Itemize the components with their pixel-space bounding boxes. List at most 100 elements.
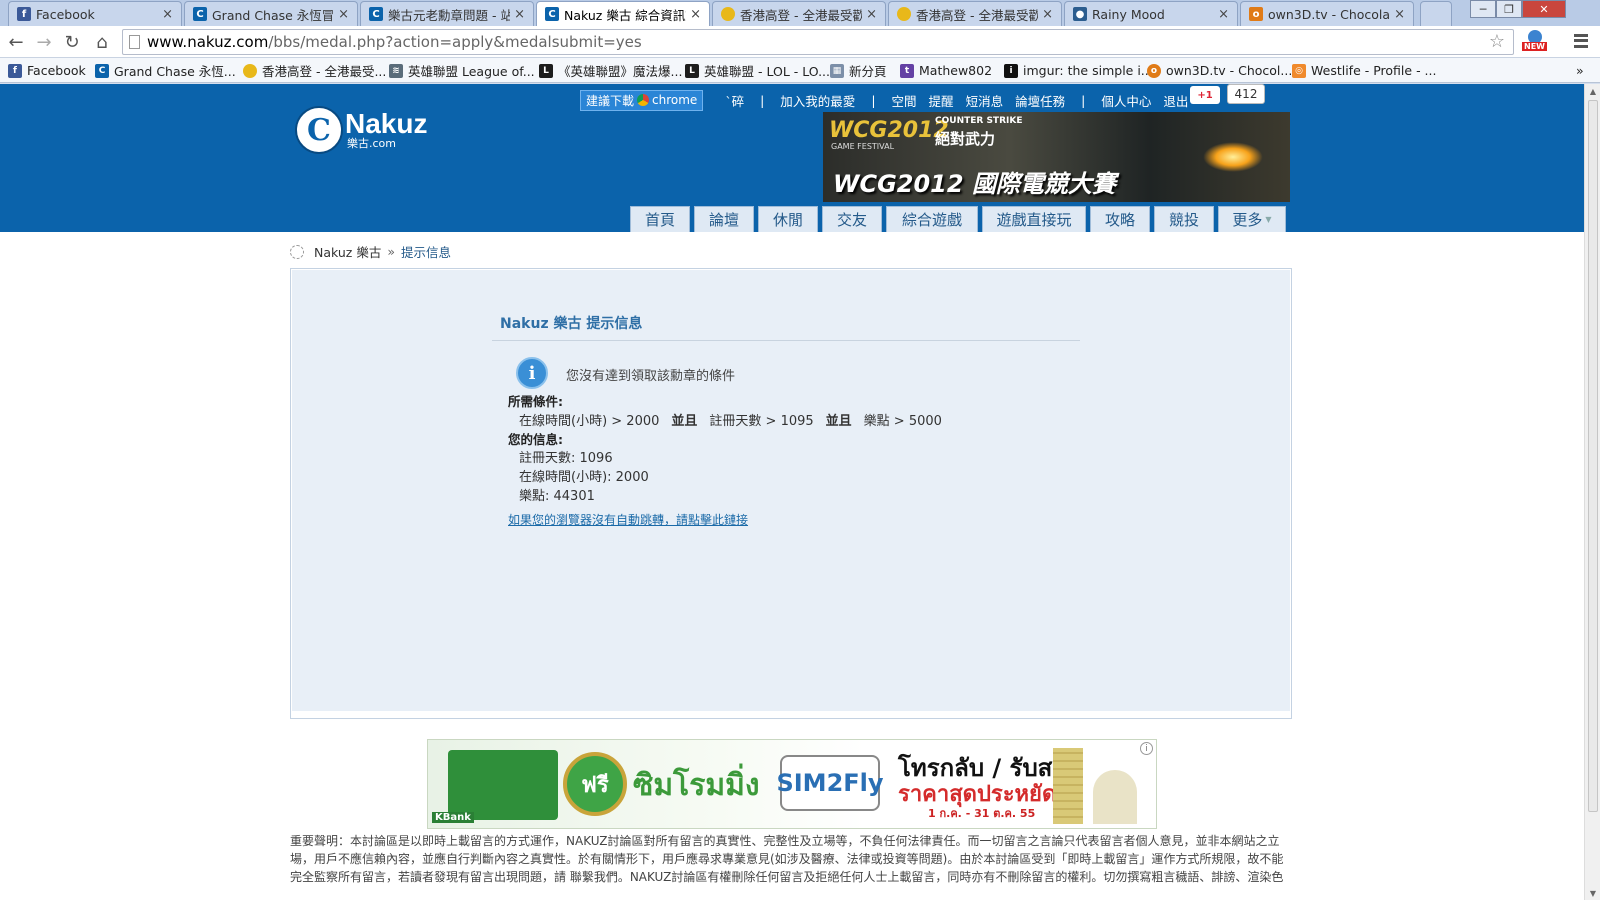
bookmark-item[interactable]: f Facebook [8,61,86,80]
bookmark-star-icon[interactable]: ☆ [1489,31,1505,52]
maximize-icon[interactable]: ❐ [1496,0,1522,18]
bookmark-item[interactable]: L 《英雄聯盟》魔法爆... [539,61,682,80]
banner-subtitle: GAME FESTIVAL [831,142,895,151]
ad-roaming: ซิมโรมมิ่ง [633,768,760,803]
bookmark-item[interactable]: t Mathew802 [900,61,992,80]
browser-tab-7[interactable]: o own3D.tv - Chocolate × [1240,1,1414,26]
nav-tab-home[interactable]: 首頁 [630,206,690,232]
tab-label: Grand Chase 永恆冒險 [212,7,335,23]
home-icon[interactable] [290,244,304,259]
bookmark-label: 英雄聯盟 - LOL - LO... [704,64,831,79]
nav-tab-auction[interactable]: 競投 [1154,206,1214,232]
scrollbar-thumb[interactable] [1588,100,1598,812]
bookmark-item[interactable]: 香港高登 - 全港最受... [243,61,386,80]
top-link-favorite[interactable]: 加入我的最愛 [780,91,855,110]
new-badge: NEW [1522,42,1547,51]
reload-button[interactable]: ↻ [60,30,84,54]
nav-tab-leisure[interactable]: 休閒 [758,206,818,232]
minimize-icon[interactable]: ─ [1470,0,1496,18]
bookmark-label: Grand Chase 永恆... [114,64,236,79]
bookmark-label: Westlife - Profile - ... [1311,63,1437,78]
browser-tab-4[interactable]: 香港高登 - 全港最受歡 × [712,1,886,26]
your-info-label: 您的信息: [508,432,563,447]
chrome-logo-icon [637,94,650,106]
tab-label: Nakuz 樂古 綜合資訊動 [564,7,687,23]
banner-cs-label: COUNTER STRIKE [935,116,1023,126]
required-online-hours: 在線時間(小時) > 2000 [519,414,660,429]
browser-tab-6[interactable]: ● Rainy Mood × [1064,1,1238,26]
and-label: 並且 [671,414,698,429]
bookmark-label: 《英雄聯盟》魔法爆... [558,64,683,79]
home-button[interactable]: ⌂ [90,30,114,54]
muzzle-flash-graphic [1203,142,1263,172]
nav-tab-direct-play[interactable]: 遊戲直接玩 [982,206,1086,232]
bookmark-label: 新分頁 [849,64,887,79]
browser-tab-0[interactable]: f Facebook × [8,1,182,26]
bookmark-item[interactable]: L 英雄聯盟 - LOL - LO... [685,61,830,80]
nav-tab-more[interactable]: 更多 ▼ [1218,206,1286,232]
chrome-download-badge[interactable]: 建議下載 chrome [580,89,704,111]
more-bookmarks-icon[interactable]: » [1576,61,1584,80]
forward-button[interactable]: → [32,30,56,54]
close-icon[interactable]: × [690,7,701,22]
imgur-icon: i [1004,63,1018,78]
close-icon[interactable]: × [866,7,877,22]
close-icon[interactable]: × [514,7,525,22]
bookmark-item[interactable]: C Grand Chase 永恆... [95,61,236,80]
bookmark-label: Facebook [27,63,86,78]
wcg2012-banner[interactable]: WCG2012 GAME FESTIVAL COUNTER STRIKE 絕對武… [823,112,1290,202]
nav-tab-friends[interactable]: 交友 [822,206,882,232]
ad-banner[interactable]: KBank ฟรี ซิมโรมมิ่ง SIM2Fly โทรกลับ / ร… [427,739,1157,829]
new-tab-button[interactable] [1420,1,1452,26]
own3d-icon: o [1249,7,1263,21]
bookmark-item[interactable]: ≋ 英雄聯盟 League of... [389,61,535,80]
browser-chrome: f Facebook × C Grand Chase 永恆冒險 × C 樂古元老勳章問題 - … [0,0,1600,84]
nav-tab-guides[interactable]: 攻略 [1090,206,1150,232]
ad-info-icon[interactable]: i [1140,742,1153,755]
close-icon[interactable]: × [338,7,349,22]
page-scrollbar[interactable]: ▲ ▼ [1584,84,1600,900]
google-plus-one-button[interactable]: +1 [1190,86,1220,104]
top-link-logout[interactable]: 退出 [1163,91,1188,110]
scroll-down-icon[interactable]: ▼ [1585,886,1600,900]
back-button[interactable]: ← [4,30,28,54]
bookmark-item[interactable]: o own3D.tv - Chocol... [1147,61,1292,80]
scroll-up-icon[interactable]: ▲ [1585,84,1600,98]
nav-tab-games[interactable]: 綜合遊戲 [886,206,978,232]
bookmark-item[interactable]: ◎ Westlife - Profile - ... [1292,61,1436,80]
redirect-link[interactable]: 如果您的瀏覽器沒有自動跳轉，請點擊此鏈接 [508,511,748,528]
bookmark-item[interactable]: i imgur: the simple i... [1004,61,1153,80]
top-link-profile[interactable]: 個人中心 [1101,91,1151,110]
site-header: 建議下載 chrome `碎 | 加入我的最愛 | 空間 提醒 短消息 論壇任務… [0,84,1584,232]
close-icon[interactable]: × [1218,7,1229,22]
close-icon[interactable]: × [162,7,173,22]
browser-tab-1[interactable]: C Grand Chase 永恆冒險 × [184,1,358,26]
menu-icon[interactable] [1574,34,1588,48]
westlife-icon: ◎ [1292,63,1306,78]
browser-tab-3[interactable]: C Nakuz 樂古 綜合資訊動 × [536,1,710,26]
browser-tab-5[interactable]: 香港高登 - 全港最受歡 × [888,1,1062,26]
logo-sub: 樂古.com [347,137,396,150]
close-icon[interactable]: × [1042,7,1053,22]
banner-main-text: WCG2012 國際電競大賽 [833,170,1116,198]
top-sep: | [760,92,765,108]
top-link-reminder[interactable]: 提醒 [929,91,954,110]
extension-new-icon[interactable]: NEW [1522,30,1548,54]
top-link-tasks[interactable]: 論壇任務 [1015,91,1065,110]
nav-tab-forum[interactable]: 論壇 [694,206,754,232]
tab-label: own3D.tv - Chocolate [1268,6,1391,22]
browser-tab-2[interactable]: C 樂古元老勳章問題 - 站 × [360,1,534,26]
close-icon[interactable]: × [1394,7,1405,22]
top-link-0[interactable]: `碎 [725,91,744,110]
address-bar[interactable]: www.nakuz.com/bbs/medal.php?action=apply… [122,29,1514,55]
ad-dates: 1 ก.ค. - 31 ต.ค. 55 [928,807,1036,820]
top-link-space[interactable]: 空間 [892,91,917,110]
banner-cs-title: 絕對武力 [935,130,996,148]
tab-label: 樂古元老勳章問題 - 站 [388,7,511,23]
bookmark-item[interactable]: ▦ 新分頁 [830,61,887,80]
close-window-icon[interactable]: ✕ [1522,0,1566,18]
kbank-label: KBank [432,812,474,823]
top-link-messages[interactable]: 短消息 [966,91,1004,110]
site-logo[interactable]: C Nakuz 樂古.com [297,108,427,152]
breadcrumb-home[interactable]: Nakuz 樂古 [314,242,381,261]
